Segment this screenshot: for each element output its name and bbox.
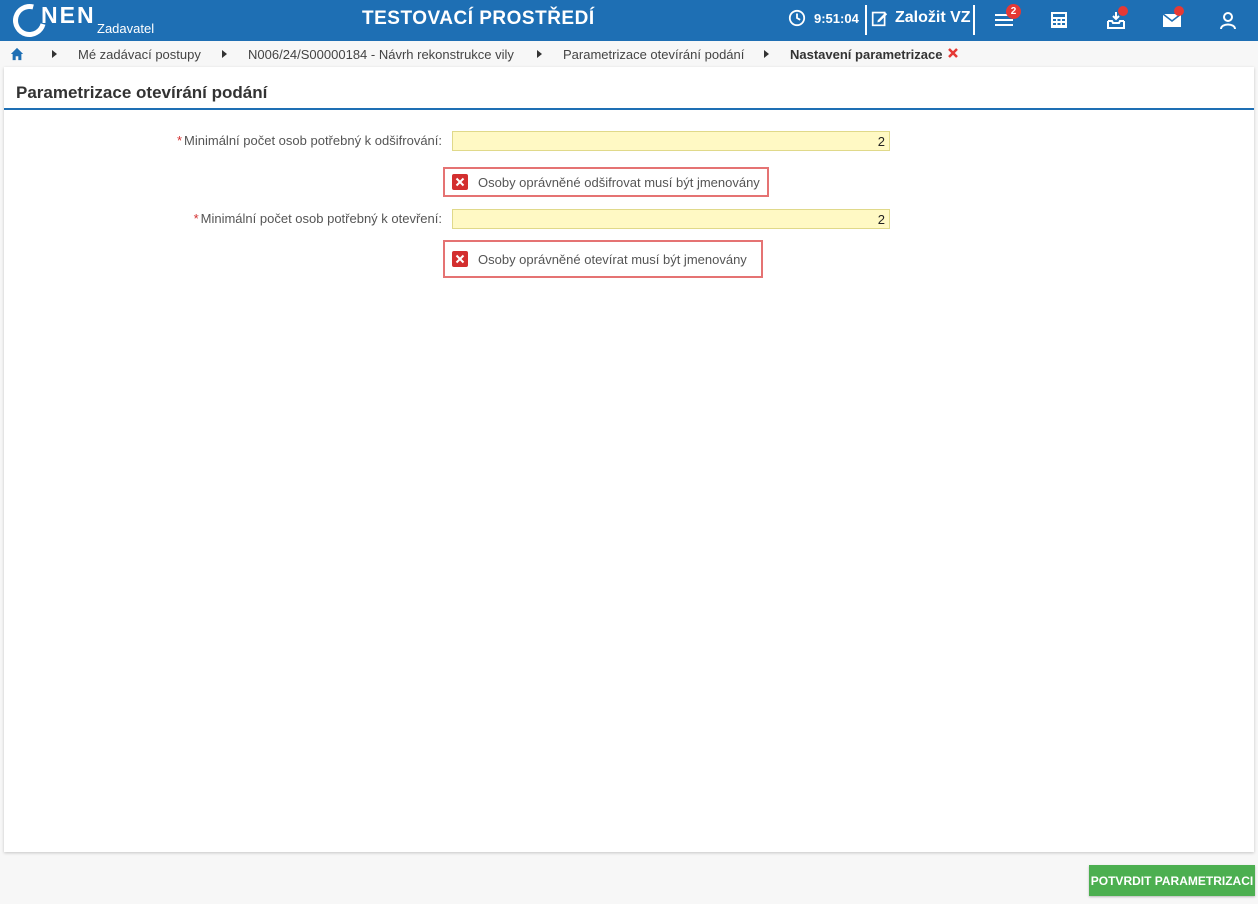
decrypt-count-input[interactable] [452, 131, 890, 151]
edit-icon [871, 11, 888, 26]
breadcrumb-arrow-icon [222, 50, 227, 58]
open-count-input[interactable] [452, 209, 890, 229]
breadcrumb: Mé zadávací postupy N006/24/S00000184 - … [0, 41, 1258, 67]
breadcrumb-arrow-icon [52, 50, 57, 58]
close-icon[interactable] [947, 46, 959, 60]
main-panel: Parametrizace otevírání podání * Minimáln… [4, 67, 1254, 852]
decrypt-error-message: Osoby oprávněné odšifrovat musí být jmen… [443, 167, 769, 197]
open-count-label-text: Minimální počet osob potřebný k otevření… [200, 211, 442, 226]
decrypt-count-label-text: Minimální počet osob potřebný k odšifrov… [184, 133, 442, 148]
environment-title: TESTOVACÍ PROSTŘEDÍ [362, 8, 595, 29]
decrypt-error-text: Osoby oprávněné odšifrovat musí být jmen… [478, 174, 760, 190]
breadcrumb-item-procedure[interactable]: N006/24/S00000184 - Návrh rekonstrukce v… [248, 47, 514, 62]
title-divider [4, 108, 1254, 110]
breadcrumb-arrow-icon [764, 50, 769, 58]
header-separator [865, 5, 867, 35]
error-icon [452, 174, 468, 190]
inbox-button[interactable] [1106, 6, 1128, 30]
error-icon [452, 251, 468, 267]
session-clock: 9:51:04 [788, 9, 859, 27]
breadcrumb-current: Nastavení parametrizace [790, 47, 943, 62]
menu-button[interactable]: 2 [994, 4, 1021, 30]
user-icon [1220, 12, 1236, 30]
open-error-text: Osoby oprávněné otevírat musí být jmenov… [478, 251, 747, 267]
confirm-parametrization-button[interactable]: POTVRDIT PARAMETRIZACI [1089, 865, 1255, 896]
user-button[interactable] [1218, 10, 1238, 30]
calculator-button[interactable] [1049, 10, 1069, 30]
mail-notification-dot [1174, 6, 1184, 16]
menu-badge: 2 [1006, 4, 1021, 19]
mail-button[interactable] [1162, 6, 1184, 30]
required-marker: * [193, 211, 199, 226]
clock-time: 9:51:04 [814, 10, 859, 26]
breadcrumb-item-my-procedures[interactable]: Mé zadávací postupy [78, 47, 201, 62]
calculator-icon [1051, 12, 1067, 28]
open-count-label: * Minimální počet osob potřebný k otevřen… [194, 211, 442, 226]
required-marker: * [176, 133, 183, 148]
header-separator [973, 5, 975, 35]
create-vz-label: Založit VZ [895, 9, 971, 26]
decrypt-count-label: * Minimální počet osob potřebný k odšifro… [177, 133, 442, 148]
top-bar: NEN Zadavatel TESTOVACÍ PROSTŘEDÍ 9:51:0… [0, 0, 1258, 44]
inbox-notification-dot [1118, 6, 1128, 16]
logo-text: NEN [41, 2, 96, 28]
open-error-message: Osoby oprávněné otevírat musí být jmenov… [443, 240, 763, 278]
breadcrumb-arrow-icon [537, 50, 542, 58]
logo-subtitle: Zadavatel [97, 21, 155, 36]
create-vz-button[interactable]: Založit VZ [871, 9, 971, 27]
breadcrumb-item-parametrization[interactable]: Parametrizace otevírání podání [563, 47, 744, 62]
home-icon[interactable] [10, 47, 24, 61]
page-title: Parametrizace otevírání podání [16, 83, 268, 102]
clock-icon [788, 9, 806, 27]
